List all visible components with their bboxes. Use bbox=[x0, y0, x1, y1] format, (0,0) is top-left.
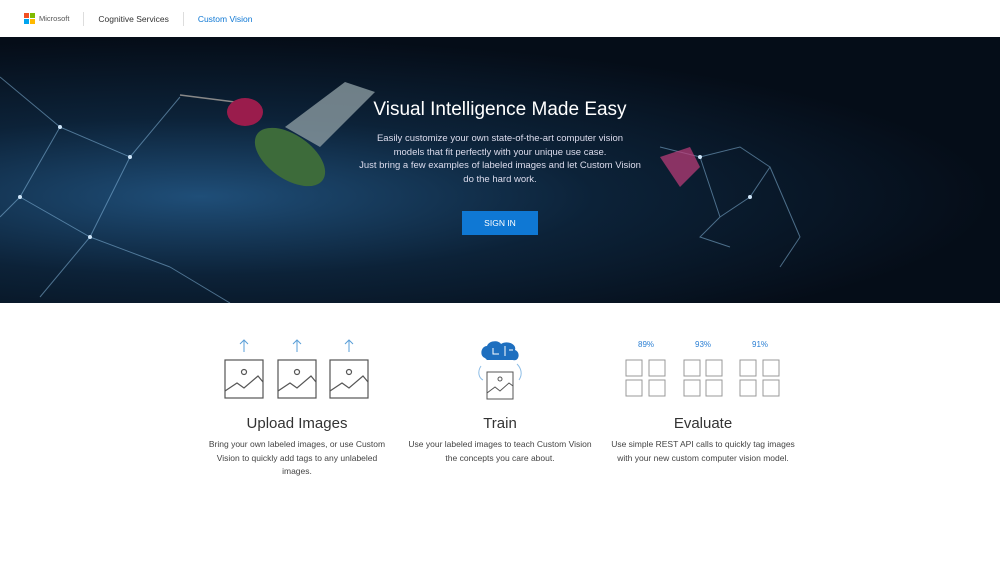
feature-train: Train Use your labeled images to teach C… bbox=[405, 415, 595, 465]
nav-cognitive-services[interactable]: Cognitive Services bbox=[98, 14, 168, 24]
subtitle-line: Just bring a few examples of labeled ima… bbox=[359, 160, 641, 171]
evaluate-grid-icon bbox=[625, 359, 780, 397]
hero-title: Visual Intelligence Made Easy bbox=[373, 99, 627, 120]
score-label: 91% bbox=[752, 340, 769, 349]
feature-desc: Use simple REST API calls to quickly tag… bbox=[611, 439, 795, 463]
upload-images-icon bbox=[224, 339, 369, 399]
feature-desc: Use your labeled images to teach Custom … bbox=[408, 439, 592, 463]
nav-custom-vision[interactable]: Custom Vision bbox=[198, 14, 253, 24]
brain-train-icon bbox=[478, 341, 522, 400]
microsoft-brand[interactable]: Microsoft bbox=[39, 14, 69, 23]
feature-upload: Upload Images Bring your own labeled ima… bbox=[202, 415, 392, 479]
score-label: 93% bbox=[695, 340, 712, 349]
feature-title: Evaluate bbox=[673, 415, 733, 432]
divider bbox=[182, 11, 184, 26]
feature-evaluate: Evaluate Use simple REST API calls to qu… bbox=[608, 415, 798, 465]
hero-subtitle: Easily customize your own state-of-the-a… bbox=[0, 132, 1000, 186]
subtitle-line: models that fit perfectly with your uniq… bbox=[393, 146, 607, 158]
microsoft-logo-icon bbox=[24, 13, 35, 24]
feature-title: Train bbox=[483, 415, 517, 432]
hero-banner: Visual Intelligence Made Easy Easily cus… bbox=[0, 37, 1000, 303]
subtitle-line: Easily customize your own state-of-the-a… bbox=[376, 133, 624, 144]
subtitle-line: do the hard work. bbox=[463, 173, 537, 185]
divider bbox=[83, 11, 85, 26]
sign-in-button[interactable]: SIGN IN bbox=[462, 211, 538, 235]
score-label: 89% bbox=[638, 340, 655, 349]
feature-title: Upload Images bbox=[246, 415, 348, 432]
feature-desc: Bring your own labeled images, or use Cu… bbox=[208, 439, 386, 476]
top-nav: Microsoft Cognitive Services Custom Visi… bbox=[0, 0, 1000, 37]
